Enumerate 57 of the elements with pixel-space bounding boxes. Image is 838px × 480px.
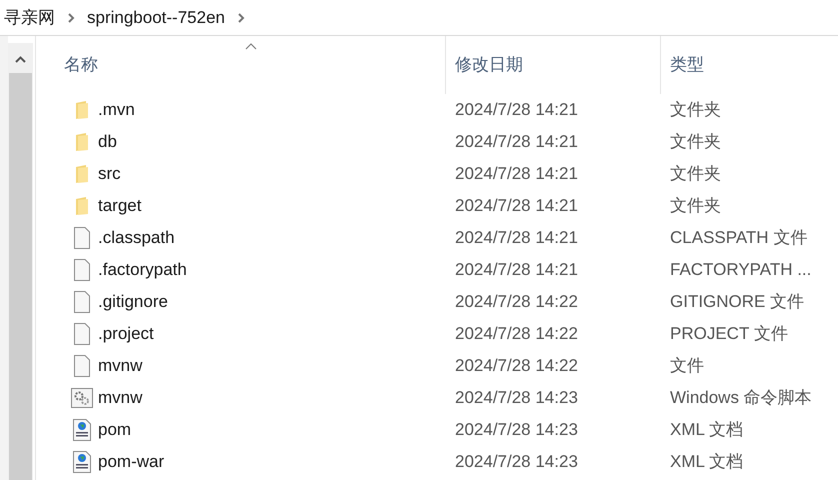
sort-up-icon (245, 42, 257, 50)
file-name[interactable]: src (98, 161, 121, 187)
file-type: 文件夹 (669, 163, 721, 186)
modified-date: 2024/7/28 14:23 (454, 419, 579, 442)
folder-icon (76, 197, 88, 215)
file-name[interactable]: pom (98, 417, 132, 443)
folder-icon (76, 165, 88, 183)
modified-date: 2024/7/28 14:21 (454, 227, 579, 250)
file-type: 文件夹 (669, 131, 721, 154)
modified-date: 2024/7/28 14:21 (454, 163, 579, 186)
modified-date: 2024/7/28 14:22 (454, 355, 579, 378)
file-icon (73, 323, 91, 345)
file-type: PROJECT 文件 (669, 323, 788, 346)
file-type: Windows 命令脚本 (669, 387, 812, 410)
scrollbar[interactable] (8, 43, 33, 480)
file-icon (73, 291, 91, 313)
column-header[interactable]: 类型 (661, 36, 704, 94)
modified-date: 2024/7/28 14:23 (454, 387, 579, 410)
file-name[interactable]: .project (98, 321, 154, 347)
xml-file-icon (72, 419, 92, 441)
column-header[interactable]: 名称 (36, 36, 446, 94)
folder-icon (76, 133, 88, 151)
file-type: XML 文档 (669, 419, 744, 442)
file-name[interactable]: pom-war (98, 449, 164, 475)
file-icon (73, 227, 91, 249)
file-name[interactable]: .factorypath (98, 257, 187, 283)
file-name[interactable]: target (98, 193, 142, 219)
file-type: GITIGNORE 文件 (669, 291, 804, 314)
folder-icon (76, 101, 88, 119)
modified-date: 2024/7/28 14:21 (454, 99, 579, 122)
chevron-right-icon (236, 12, 245, 24)
breadcrumb-item[interactable]: springboot--752en (87, 4, 225, 30)
file-type: 文件夹 (669, 195, 721, 218)
file-type: 文件夹 (669, 99, 721, 122)
modified-date: 2024/7/28 14:22 (454, 291, 579, 314)
modified-date: 2024/7/28 14:21 (454, 131, 579, 154)
xml-file-icon (72, 451, 92, 473)
modified-date: 2024/7/28 14:22 (454, 323, 579, 346)
modified-date: 2024/7/28 14:23 (454, 451, 579, 474)
file-name[interactable]: .classpath (98, 225, 175, 251)
file-type: XML 文档 (669, 451, 744, 474)
file-name[interactable]: mvnw (98, 385, 142, 411)
file-type: FACTORYPATH ... (669, 259, 812, 282)
modified-date: 2024/7/28 14:21 (454, 195, 579, 218)
file-type: 文件 (669, 355, 704, 378)
breadcrumb-item[interactable]: 寻亲网 (4, 4, 55, 30)
file-type: CLASSPATH 文件 (669, 227, 808, 250)
modified-date: 2024/7/28 14:21 (454, 259, 579, 282)
column-header[interactable]: 修改日期 (446, 36, 661, 94)
file-name[interactable]: .mvn (98, 97, 135, 123)
file-icon (73, 259, 91, 281)
file-name[interactable]: .gitignore (98, 289, 168, 315)
settings-file-icon (71, 388, 93, 408)
file-name[interactable]: db (98, 129, 117, 155)
chevron-right-icon (67, 12, 75, 24)
file-icon (73, 355, 91, 377)
file-name[interactable]: mvnw (98, 353, 142, 379)
